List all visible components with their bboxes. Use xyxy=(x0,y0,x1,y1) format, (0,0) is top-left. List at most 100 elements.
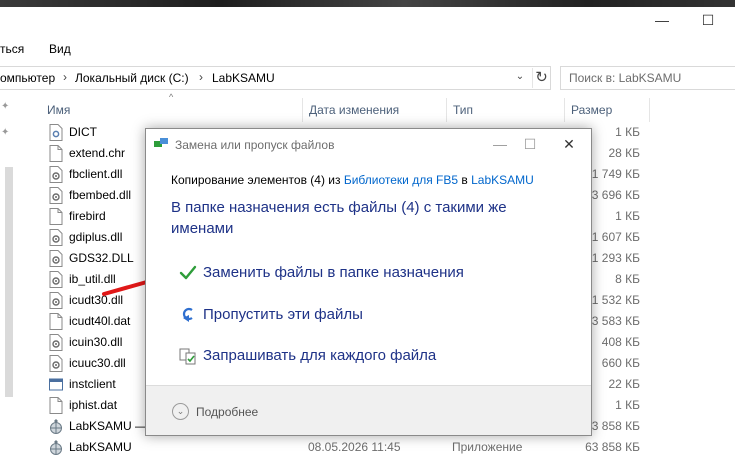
decide-each-file-option[interactable]: Запрашивать для каждого файла xyxy=(179,344,539,368)
checkmark-icon xyxy=(179,265,197,280)
column-header-date[interactable]: Дата изменения xyxy=(303,98,447,122)
dll-file-icon xyxy=(49,355,63,372)
dialog-close-button[interactable]: ✕ xyxy=(557,134,581,154)
file-size: 63 858 КБ xyxy=(585,440,640,454)
chevron-down-icon[interactable]: ⌄ xyxy=(514,71,526,85)
minimize-button[interactable]: — xyxy=(652,10,672,30)
file-type: Приложение xyxy=(452,440,523,454)
option-label: Заменить файлы в папке назначения xyxy=(203,264,464,281)
dll-file-icon xyxy=(49,250,63,267)
source-folder-link[interactable]: Библиотеки для FB5 xyxy=(344,173,458,187)
file-size: 408 КБ xyxy=(601,335,640,349)
option-label: Пропустить эти файлы xyxy=(203,306,363,323)
background-strip xyxy=(0,0,735,7)
nav-scrollbar[interactable] xyxy=(5,167,13,397)
file-name: icuuc30.dll xyxy=(69,356,126,370)
file-size: 13 583 КБ xyxy=(585,314,640,328)
app-window-icon xyxy=(49,376,63,393)
file-name: LabKSAMU xyxy=(69,440,132,454)
file-size: 1 749 КБ xyxy=(591,167,640,181)
skip-files-option[interactable]: Пропустить эти файлы xyxy=(179,303,539,327)
file-row[interactable]: LabKSAMU 08.05.2026 11:45 Приложение 63 858… xyxy=(46,437,735,458)
maximize-button[interactable]: ☐ xyxy=(698,10,718,30)
breadcrumb-computer[interactable]: омпьютер xyxy=(0,71,55,85)
file-name: fbclient.dll xyxy=(69,167,123,181)
file-size: 1 607 КБ xyxy=(591,230,640,244)
column-header-type[interactable]: Тип xyxy=(447,98,565,122)
dll-file-icon xyxy=(49,334,63,351)
dialog-title: Замена или пропуск файлов xyxy=(175,138,335,152)
file-size: 28 КБ xyxy=(608,146,640,160)
skip-arrow-icon xyxy=(182,307,193,322)
menu-bar: ться Вид xyxy=(0,38,735,60)
file-date: 08.05.2026 11:45 xyxy=(308,440,401,454)
dialog-maximize-button[interactable]: ☐ xyxy=(518,134,542,154)
blank-file-icon xyxy=(49,145,63,162)
file-size: 660 КБ xyxy=(601,356,640,370)
file-size: 1 532 КБ xyxy=(591,293,640,307)
blank-file-icon xyxy=(49,313,63,330)
file-size: 1 293 КБ xyxy=(591,251,640,265)
breadcrumb-separator[interactable]: › xyxy=(63,70,67,84)
column-header-label: Размер xyxy=(571,103,613,117)
menu-item-share[interactable]: ться xyxy=(0,42,24,56)
compare-files-icon xyxy=(179,348,196,365)
dll-file-icon xyxy=(49,292,63,309)
file-size: 22 КБ xyxy=(608,377,640,391)
dll-file-icon xyxy=(49,271,63,288)
column-header-label: Дата изменения xyxy=(309,103,400,117)
dialog-heading: В папке назначения есть файлы (4) с таки… xyxy=(171,199,507,237)
copy-middle: в xyxy=(458,173,472,187)
file-size: 3 696 КБ xyxy=(591,188,640,202)
dialog-minimize-button[interactable]: — xyxy=(488,134,512,154)
breadcrumb-local-disk[interactable]: Локальный диск (C:) xyxy=(75,71,189,85)
dll-file-icon xyxy=(49,166,63,183)
breadcrumb-separator[interactable]: › xyxy=(199,70,203,84)
file-name: instclient xyxy=(69,377,116,391)
replace-or-skip-dialog: Замена или пропуск файлов — ☐ ✕ Копирова… xyxy=(145,128,592,436)
dll-file-icon xyxy=(49,229,63,246)
file-name: DICT xyxy=(69,125,97,139)
more-details-button[interactable]: Подробнее xyxy=(196,405,258,419)
destination-folder-link[interactable]: LabKSAMU xyxy=(471,173,534,187)
dll-file-icon xyxy=(49,187,63,204)
copy-description: Копирование элементов (4) из Библиотеки … xyxy=(171,173,534,187)
file-name: gdiplus.dll xyxy=(69,230,123,244)
column-header-name[interactable]: Имя xyxy=(41,98,303,122)
file-name: firebird xyxy=(69,209,106,223)
pin-icon[interactable]: ✦ xyxy=(1,127,9,138)
file-size: 63 858 КБ xyxy=(585,419,640,433)
dialog-footer: ⌄ Подробнее xyxy=(146,386,591,435)
file-name: icuin30.dll xyxy=(69,335,123,349)
pin-icon[interactable]: ✦ xyxy=(1,101,9,112)
title-bar: — ☐ xyxy=(0,0,735,35)
settings-file-icon xyxy=(49,124,63,141)
column-header-label: Тип xyxy=(453,103,474,117)
breadcrumb-labksamu[interactable]: LabKSAMU xyxy=(212,71,275,85)
column-header-size[interactable]: Размер xyxy=(565,98,650,122)
file-size: 1 КБ xyxy=(615,398,640,412)
address-bar[interactable]: омпьютер › Локальный диск (C:) › LabKSAM… xyxy=(0,66,551,90)
file-size: 1 КБ xyxy=(615,125,640,139)
file-name: LabKSAMU — xyxy=(69,419,148,433)
copy-files-icon xyxy=(154,138,168,147)
blank-file-icon xyxy=(49,208,63,225)
file-name: fbembed.dll xyxy=(69,188,132,202)
file-name: extend.chr xyxy=(69,146,126,160)
search-placeholder: Поиск в: LabKSAMU xyxy=(569,71,682,85)
file-name: icudt40l.dat xyxy=(69,314,131,328)
replace-files-option[interactable]: Заменить файлы в папке назначения xyxy=(179,261,539,285)
chevron-down-icon[interactable]: ⌄ xyxy=(172,403,189,420)
column-header-label: Имя xyxy=(47,103,71,117)
option-label: Запрашивать для каждого файла xyxy=(203,347,437,364)
file-size: 8 КБ xyxy=(615,272,640,286)
file-size: 1 КБ xyxy=(615,209,640,223)
app-globe-icon xyxy=(49,418,63,435)
refresh-icon[interactable]: ↻ xyxy=(532,68,550,88)
search-input[interactable]: Поиск в: LabKSAMU xyxy=(560,66,735,90)
app-globe-icon xyxy=(49,439,63,456)
copy-prefix: Копирование элементов (4) из xyxy=(171,173,344,187)
file-name: iphist.dat xyxy=(69,398,118,412)
blank-file-icon xyxy=(49,397,63,414)
menu-item-view[interactable]: Вид xyxy=(49,42,71,56)
